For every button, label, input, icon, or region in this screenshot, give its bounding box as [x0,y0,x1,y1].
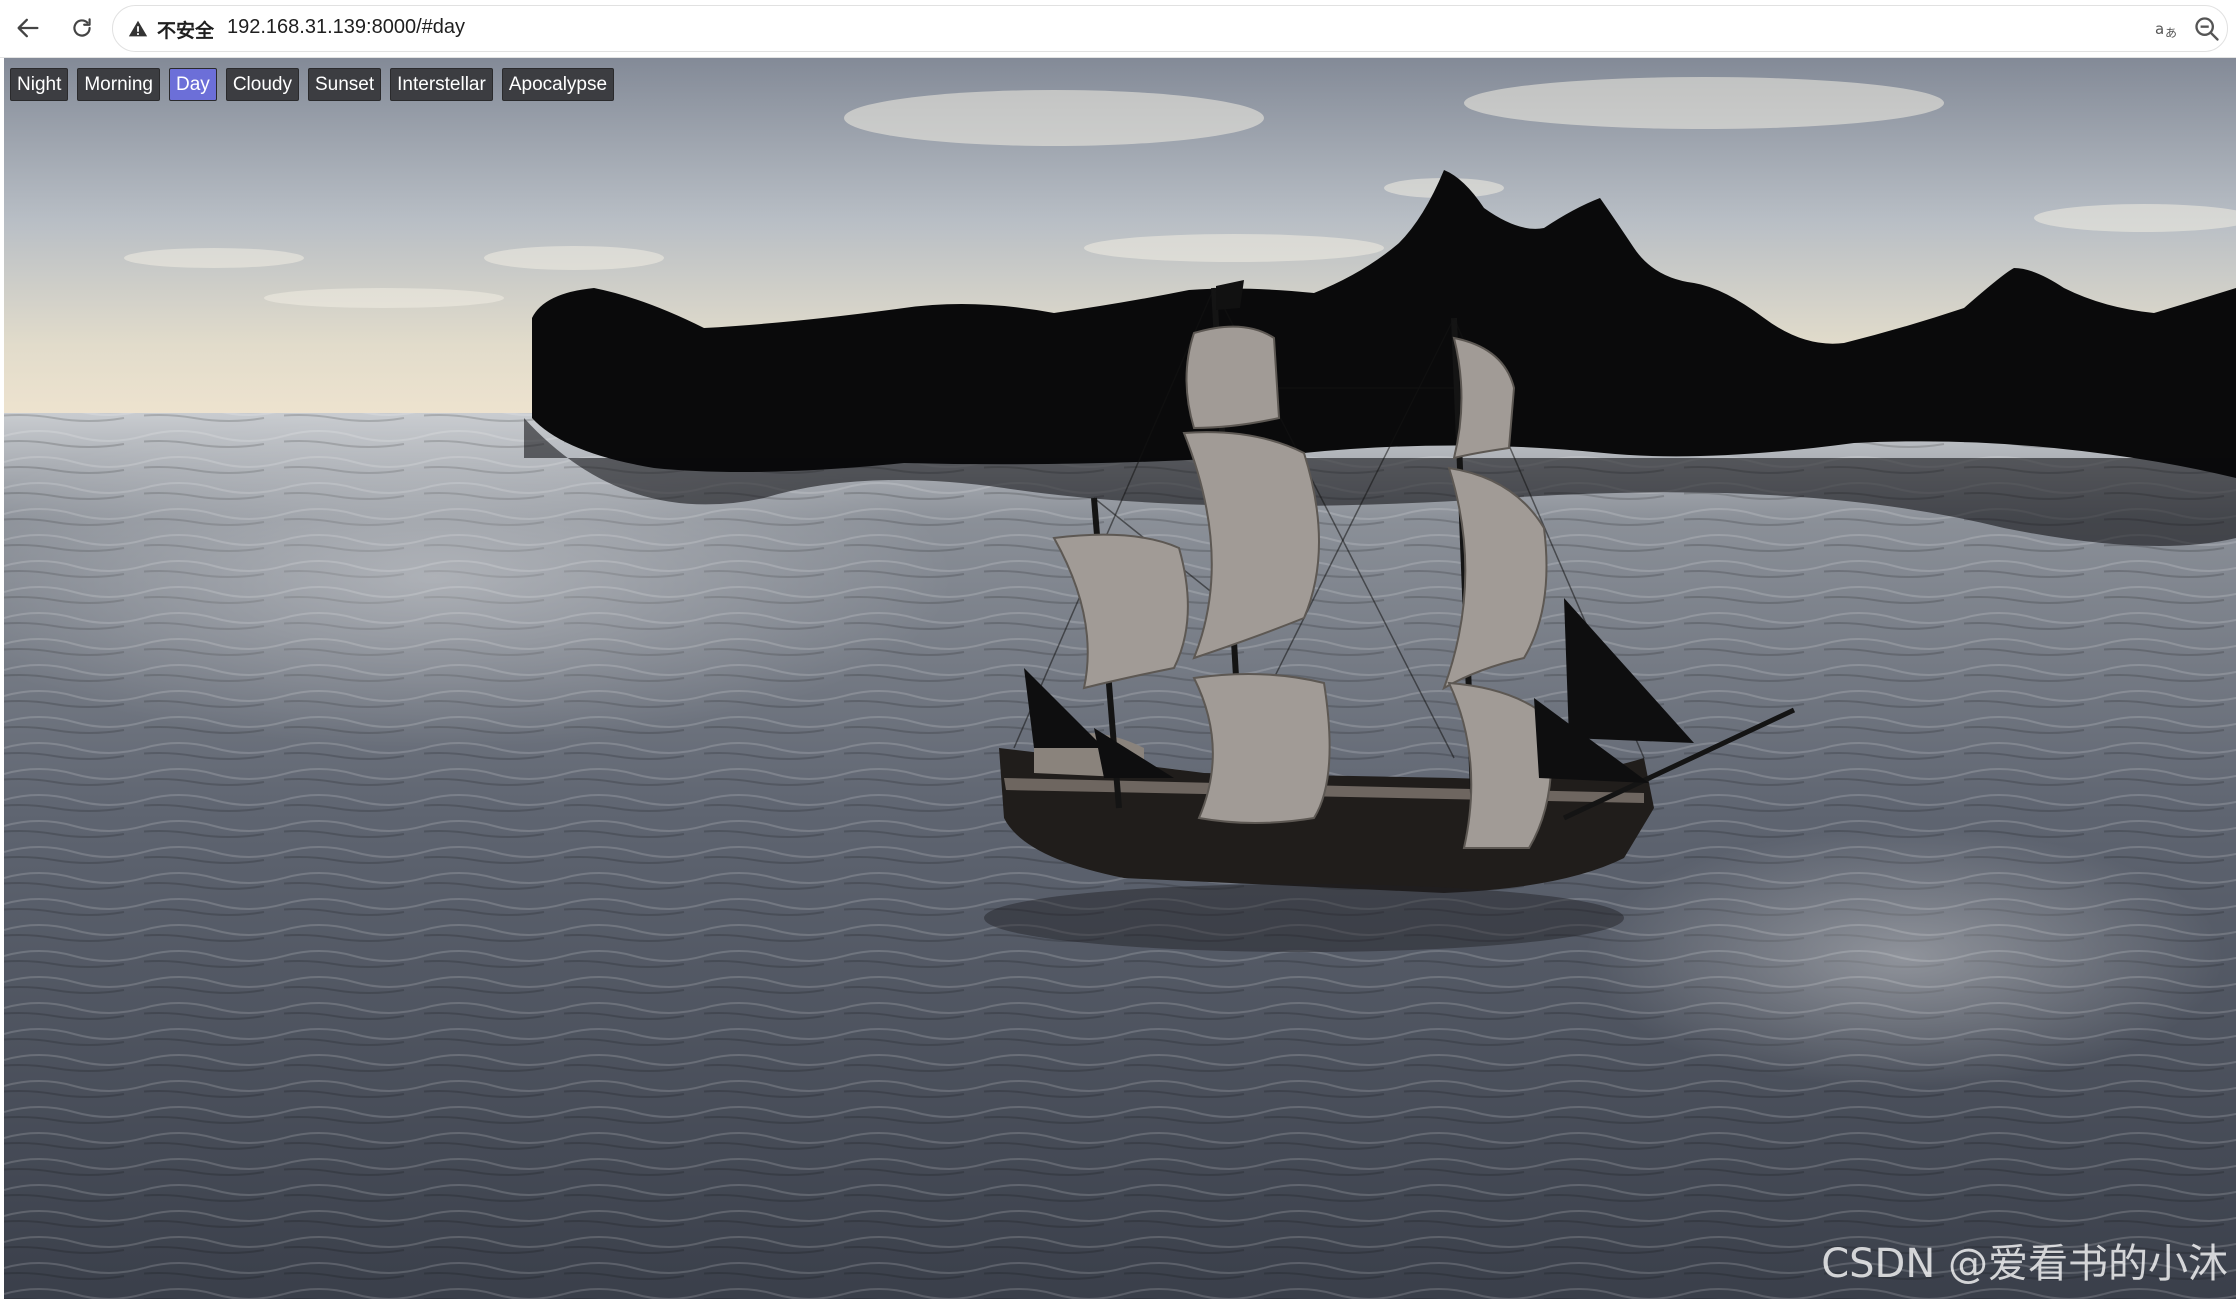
preset-night-button[interactable]: Night [10,68,69,101]
watermark: CSDN @爱看书的小沐 [1821,1241,2228,1287]
reload-button[interactable] [64,10,100,46]
reload-icon [73,18,91,37]
warning-icon[interactable] [127,18,149,40]
sky-preset-bar: Night Morning Day Cloudy Sunset Interste… [10,68,615,101]
svg-text:あ: あ [2165,26,2177,40]
preset-apocalypse-button[interactable]: Apocalypse [501,68,615,101]
back-arrow-icon [17,18,39,38]
preset-morning-button[interactable]: Morning [77,68,161,101]
browser-toolbar: 不安全 192.168.31.139:8000/#day a あ [0,0,2236,58]
security-label[interactable]: 不安全 [157,16,214,43]
zoom-icon[interactable] [2193,15,2221,43]
url-text[interactable]: 192.168.31.139:8000/#day [227,16,465,39]
ocean-scene [4,58,2236,1299]
preset-cloudy-button[interactable]: Cloudy [225,68,299,101]
preset-day-button[interactable]: Day [169,68,217,101]
svg-text:a: a [2155,20,2164,38]
ocean-scene-viewport[interactable]: Night Morning Day Cloudy Sunset Interste… [4,58,2236,1299]
address-bar[interactable]: 不安全 192.168.31.139:8000/#day a あ [112,5,2228,52]
translate-icon[interactable]: a あ [2153,15,2181,43]
preset-interstellar-button[interactable]: Interstellar [390,68,493,101]
back-button[interactable] [10,10,46,46]
preset-sunset-button[interactable]: Sunset [307,68,382,101]
